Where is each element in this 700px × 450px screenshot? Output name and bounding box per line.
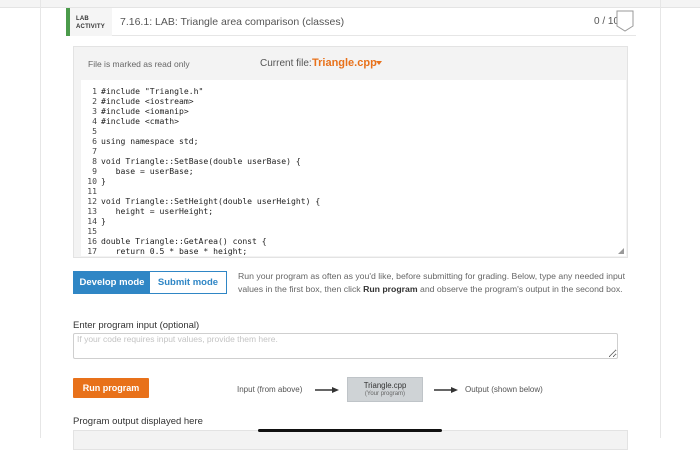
code-line: 5 bbox=[81, 126, 626, 136]
program-output-label: Program output displayed here bbox=[73, 416, 203, 427]
line-number: 5 bbox=[81, 126, 97, 136]
read-only-notice: File is marked as read only bbox=[88, 59, 190, 69]
top-strip bbox=[0, 0, 700, 8]
code-line: 3 #include <iomanip> bbox=[81, 106, 626, 116]
code-editor-panel: File is marked as read only Current file… bbox=[73, 46, 628, 258]
program-file-sub: (Your program) bbox=[348, 391, 422, 397]
code-line: 4 #include <cmath> bbox=[81, 116, 626, 126]
output-shown-below-label: Output (shown below) bbox=[465, 385, 543, 394]
line-number: 7 bbox=[81, 146, 97, 156]
line-number: 3 bbox=[81, 106, 97, 116]
line-number: 2 bbox=[81, 96, 97, 106]
right-arrow-icon bbox=[315, 387, 339, 393]
lab-header: LAB ACTIVITY 7.16.1: LAB: Triangle area … bbox=[66, 8, 636, 36]
badge-line2: ACTIVITY bbox=[76, 23, 112, 31]
line-code: using namespace std; bbox=[101, 136, 198, 146]
run-program-button[interactable]: Run program bbox=[73, 378, 149, 398]
code-line: 7 bbox=[81, 146, 626, 156]
score-shield-icon bbox=[616, 10, 634, 32]
right-page-border bbox=[660, 0, 661, 438]
program-file-box: Triangle.cpp (Your program) bbox=[347, 377, 423, 402]
code-line: 2 #include <iostream> bbox=[81, 96, 626, 106]
line-number: 4 bbox=[81, 116, 97, 126]
code-line: 13 height = userHeight; bbox=[81, 206, 626, 216]
program-input-field[interactable] bbox=[73, 333, 618, 359]
code-line: 1 #include "Triangle.h" bbox=[81, 86, 626, 96]
line-code: base = userBase; bbox=[101, 166, 194, 176]
mode-toggle: Develop mode Submit mode bbox=[73, 271, 227, 294]
line-code: #include "Triangle.h" bbox=[101, 86, 203, 96]
current-file-label: Current file: bbox=[260, 58, 312, 69]
instructions-run-program: Run program bbox=[363, 284, 418, 294]
lab-activity-badge: LAB ACTIVITY bbox=[66, 8, 112, 36]
line-code: } bbox=[101, 216, 106, 226]
code-line: 14} bbox=[81, 216, 626, 226]
line-number: 9 bbox=[81, 166, 97, 176]
program-file-name: Triangle.cpp bbox=[348, 381, 422, 390]
lab-title: 7.16.1: LAB: Triangle area comparison (c… bbox=[120, 16, 344, 28]
scroll-indicator[interactable] bbox=[258, 429, 442, 432]
line-number: 12 bbox=[81, 196, 97, 206]
code-line: 16 double Triangle::GetArea() const { bbox=[81, 236, 626, 246]
program-output-box bbox=[73, 430, 628, 450]
code-area[interactable]: 1 #include "Triangle.h" 2 #include <iostrea… bbox=[81, 80, 626, 256]
develop-mode-button[interactable]: Develop mode bbox=[74, 272, 150, 293]
code-line: 15 bbox=[81, 226, 626, 236]
line-number: 6 bbox=[81, 136, 97, 146]
line-code: #include <cmath> bbox=[101, 116, 179, 126]
line-number: 10 bbox=[81, 176, 97, 186]
submit-mode-button[interactable]: Submit mode bbox=[150, 272, 226, 293]
line-number: 17 bbox=[81, 246, 97, 256]
line-code: void Triangle::SetHeight(double userHeig… bbox=[101, 196, 320, 206]
line-number: 11 bbox=[81, 186, 97, 196]
program-input-label: Enter program input (optional) bbox=[73, 320, 199, 331]
line-code: return 0.5 * base * height; bbox=[101, 246, 247, 256]
code-line: 8 void Triangle::SetBase(double userBase)… bbox=[81, 156, 626, 166]
line-number: 15 bbox=[81, 226, 97, 236]
line-number: 16 bbox=[81, 236, 97, 246]
code-line: 11 bbox=[81, 186, 626, 196]
line-code: } bbox=[101, 176, 106, 186]
code-line: 10} bbox=[81, 176, 626, 186]
resize-handle-icon[interactable] bbox=[618, 248, 624, 254]
input-from-above-label: Input (from above) bbox=[237, 385, 302, 394]
code-line: 12 void Triangle::SetHeight(double userHe… bbox=[81, 196, 626, 206]
line-code: double Triangle::GetArea() const { bbox=[101, 236, 267, 246]
left-page-border bbox=[40, 0, 41, 438]
code-line: 6 using namespace std; bbox=[81, 136, 626, 146]
line-number: 8 bbox=[81, 156, 97, 166]
editor-header: File is marked as read only Current file… bbox=[74, 47, 627, 80]
badge-line1: LAB bbox=[76, 15, 112, 23]
line-number: 14 bbox=[81, 216, 97, 226]
code-line: 17 return 0.5 * base * height; bbox=[81, 246, 626, 256]
chevron-down-icon[interactable] bbox=[376, 61, 382, 65]
right-arrow-icon bbox=[434, 387, 458, 393]
code-line: 9 base = userBase; bbox=[81, 166, 626, 176]
line-number: 13 bbox=[81, 206, 97, 216]
current-file-dropdown[interactable]: Triangle.cpp bbox=[312, 57, 377, 69]
line-code: #include <iostream> bbox=[101, 96, 194, 106]
line-code: height = userHeight; bbox=[101, 206, 213, 216]
line-code: void Triangle::SetBase(double userBase) … bbox=[101, 156, 301, 166]
instructions-text-after: and observe the program's output in the … bbox=[418, 284, 623, 294]
line-code: #include <iomanip> bbox=[101, 106, 189, 116]
line-number: 1 bbox=[81, 86, 97, 96]
run-instructions: Run your program as often as you'd like,… bbox=[238, 270, 628, 295]
